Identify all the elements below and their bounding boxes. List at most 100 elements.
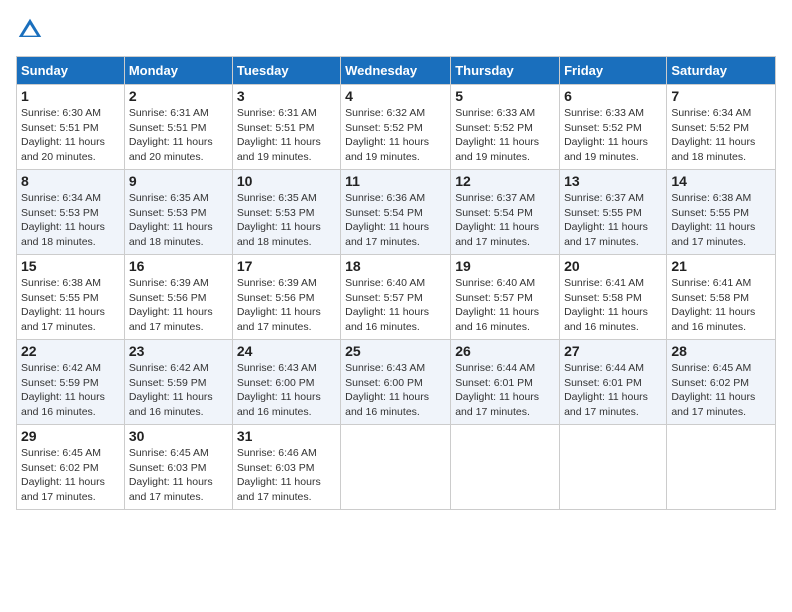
day-info: Sunrise: 6:39 AM Sunset: 5:56 PM Dayligh… bbox=[237, 277, 321, 333]
day-number: 26 bbox=[455, 343, 555, 359]
calendar-week-2: 8 Sunrise: 6:34 AM Sunset: 5:53 PM Daylig… bbox=[17, 170, 776, 255]
calendar-cell bbox=[341, 425, 451, 510]
day-number: 18 bbox=[345, 258, 446, 274]
day-number: 9 bbox=[129, 173, 228, 189]
day-info: Sunrise: 6:33 AM Sunset: 5:52 PM Dayligh… bbox=[564, 107, 648, 163]
day-number: 2 bbox=[129, 88, 228, 104]
calendar-cell: 13 Sunrise: 6:37 AM Sunset: 5:55 PM Dayli… bbox=[560, 170, 667, 255]
day-info: Sunrise: 6:37 AM Sunset: 5:54 PM Dayligh… bbox=[455, 192, 539, 248]
day-info: Sunrise: 6:41 AM Sunset: 5:58 PM Dayligh… bbox=[564, 277, 648, 333]
logo bbox=[16, 16, 48, 44]
day-header-friday: Friday bbox=[560, 57, 667, 85]
logo-icon bbox=[16, 16, 44, 44]
day-info: Sunrise: 6:34 AM Sunset: 5:53 PM Dayligh… bbox=[21, 192, 105, 248]
day-number: 30 bbox=[129, 428, 228, 444]
day-header-saturday: Saturday bbox=[667, 57, 776, 85]
day-info: Sunrise: 6:45 AM Sunset: 6:02 PM Dayligh… bbox=[21, 447, 105, 503]
calendar-cell: 26 Sunrise: 6:44 AM Sunset: 6:01 PM Dayli… bbox=[451, 340, 560, 425]
calendar-cell: 1 Sunrise: 6:30 AM Sunset: 5:51 PM Daylig… bbox=[17, 85, 125, 170]
calendar-cell: 28 Sunrise: 6:45 AM Sunset: 6:02 PM Dayli… bbox=[667, 340, 776, 425]
day-info: Sunrise: 6:42 AM Sunset: 5:59 PM Dayligh… bbox=[129, 362, 213, 418]
calendar-cell: 7 Sunrise: 6:34 AM Sunset: 5:52 PM Daylig… bbox=[667, 85, 776, 170]
day-info: Sunrise: 6:40 AM Sunset: 5:57 PM Dayligh… bbox=[455, 277, 539, 333]
calendar-cell: 18 Sunrise: 6:40 AM Sunset: 5:57 PM Dayli… bbox=[341, 255, 451, 340]
day-info: Sunrise: 6:39 AM Sunset: 5:56 PM Dayligh… bbox=[129, 277, 213, 333]
day-number: 28 bbox=[671, 343, 771, 359]
calendar-cell: 27Sunrise: 6:44 AM Sunset: 6:01 PM Dayli… bbox=[560, 340, 667, 425]
calendar-cell: 3Sunrise: 6:31 AM Sunset: 5:51 PM Daylig… bbox=[232, 85, 340, 170]
day-info: Sunrise: 6:45 AM Sunset: 6:02 PM Dayligh… bbox=[671, 362, 755, 418]
calendar-week-1: 1 Sunrise: 6:30 AM Sunset: 5:51 PM Daylig… bbox=[17, 85, 776, 170]
day-info: Sunrise: 6:45 AM Sunset: 6:03 PM Dayligh… bbox=[129, 447, 213, 503]
day-number: 11 bbox=[345, 173, 446, 189]
calendar-cell: 2 Sunrise: 6:31 AM Sunset: 5:51 PM Daylig… bbox=[124, 85, 232, 170]
day-number: 12 bbox=[455, 173, 555, 189]
calendar-cell: 24 Sunrise: 6:43 AM Sunset: 6:00 PM Dayli… bbox=[232, 340, 340, 425]
day-info: Sunrise: 6:43 AM Sunset: 6:00 PM Dayligh… bbox=[345, 362, 429, 418]
calendar-cell: 22Sunrise: 6:42 AM Sunset: 5:59 PM Dayli… bbox=[17, 340, 125, 425]
day-number: 13 bbox=[564, 173, 662, 189]
day-number: 1 bbox=[21, 88, 120, 104]
day-info: Sunrise: 6:43 AM Sunset: 6:00 PM Dayligh… bbox=[237, 362, 321, 418]
calendar-cell bbox=[451, 425, 560, 510]
day-info: Sunrise: 6:32 AM Sunset: 5:52 PM Dayligh… bbox=[345, 107, 429, 163]
day-number: 24 bbox=[237, 343, 336, 359]
page-header bbox=[16, 16, 776, 44]
day-info: Sunrise: 6:38 AM Sunset: 5:55 PM Dayligh… bbox=[21, 277, 105, 333]
day-number: 7 bbox=[671, 88, 771, 104]
calendar-cell: 25 Sunrise: 6:43 AM Sunset: 6:00 PM Dayli… bbox=[341, 340, 451, 425]
day-number: 25 bbox=[345, 343, 446, 359]
day-info: Sunrise: 6:40 AM Sunset: 5:57 PM Dayligh… bbox=[345, 277, 429, 333]
day-number: 19 bbox=[455, 258, 555, 274]
calendar-cell bbox=[560, 425, 667, 510]
day-info: Sunrise: 6:31 AM Sunset: 5:51 PM Dayligh… bbox=[129, 107, 213, 163]
calendar-cell: 15 Sunrise: 6:38 AM Sunset: 5:55 PM Dayli… bbox=[17, 255, 125, 340]
calendar-cell: 30 Sunrise: 6:45 AM Sunset: 6:03 PM Dayli… bbox=[124, 425, 232, 510]
day-info: Sunrise: 6:37 AM Sunset: 5:55 PM Dayligh… bbox=[564, 192, 648, 248]
day-info: Sunrise: 6:44 AM Sunset: 6:01 PM Dayligh… bbox=[455, 362, 539, 418]
day-header-monday: Monday bbox=[124, 57, 232, 85]
day-number: 21 bbox=[671, 258, 771, 274]
calendar-cell: 31Sunrise: 6:46 AM Sunset: 6:03 PM Dayli… bbox=[232, 425, 340, 510]
day-info: Sunrise: 6:30 AM Sunset: 5:51 PM Dayligh… bbox=[21, 107, 105, 163]
calendar-header: SundayMondayTuesdayWednesdayThursdayFrid… bbox=[17, 57, 776, 85]
day-number: 8 bbox=[21, 173, 120, 189]
calendar-cell: 17 Sunrise: 6:39 AM Sunset: 5:56 PM Dayli… bbox=[232, 255, 340, 340]
calendar-cell: 11 Sunrise: 6:36 AM Sunset: 5:54 PM Dayli… bbox=[341, 170, 451, 255]
day-number: 22 bbox=[21, 343, 120, 359]
calendar-cell bbox=[667, 425, 776, 510]
day-header-tuesday: Tuesday bbox=[232, 57, 340, 85]
calendar: SundayMondayTuesdayWednesdayThursdayFrid… bbox=[16, 56, 776, 510]
calendar-week-5: 29Sunrise: 6:45 AM Sunset: 6:02 PM Dayli… bbox=[17, 425, 776, 510]
calendar-cell: 16 Sunrise: 6:39 AM Sunset: 5:56 PM Dayli… bbox=[124, 255, 232, 340]
day-info: Sunrise: 6:33 AM Sunset: 5:52 PM Dayligh… bbox=[455, 107, 539, 163]
day-number: 6 bbox=[564, 88, 662, 104]
day-number: 17 bbox=[237, 258, 336, 274]
calendar-cell: 10Sunrise: 6:35 AM Sunset: 5:53 PM Dayli… bbox=[232, 170, 340, 255]
calendar-cell: 23 Sunrise: 6:42 AM Sunset: 5:59 PM Dayli… bbox=[124, 340, 232, 425]
day-number: 15 bbox=[21, 258, 120, 274]
calendar-cell: 29Sunrise: 6:45 AM Sunset: 6:02 PM Dayli… bbox=[17, 425, 125, 510]
day-number: 20 bbox=[564, 258, 662, 274]
calendar-cell: 21 Sunrise: 6:41 AM Sunset: 5:58 PM Dayli… bbox=[667, 255, 776, 340]
day-info: Sunrise: 6:34 AM Sunset: 5:52 PM Dayligh… bbox=[671, 107, 755, 163]
day-info: Sunrise: 6:31 AM Sunset: 5:51 PM Dayligh… bbox=[237, 107, 321, 163]
calendar-body: 1 Sunrise: 6:30 AM Sunset: 5:51 PM Daylig… bbox=[17, 85, 776, 510]
day-header-thursday: Thursday bbox=[451, 57, 560, 85]
calendar-week-3: 15 Sunrise: 6:38 AM Sunset: 5:55 PM Dayli… bbox=[17, 255, 776, 340]
day-info: Sunrise: 6:44 AM Sunset: 6:01 PM Dayligh… bbox=[564, 362, 648, 418]
day-number: 16 bbox=[129, 258, 228, 274]
calendar-cell: 14Sunrise: 6:38 AM Sunset: 5:55 PM Dayli… bbox=[667, 170, 776, 255]
calendar-cell: 4 Sunrise: 6:32 AM Sunset: 5:52 PM Daylig… bbox=[341, 85, 451, 170]
day-number: 23 bbox=[129, 343, 228, 359]
day-info: Sunrise: 6:35 AM Sunset: 5:53 PM Dayligh… bbox=[129, 192, 213, 248]
calendar-cell: 6 Sunrise: 6:33 AM Sunset: 5:52 PM Daylig… bbox=[560, 85, 667, 170]
day-info: Sunrise: 6:41 AM Sunset: 5:58 PM Dayligh… bbox=[671, 277, 755, 333]
calendar-cell: 5Sunrise: 6:33 AM Sunset: 5:52 PM Daylig… bbox=[451, 85, 560, 170]
day-info: Sunrise: 6:36 AM Sunset: 5:54 PM Dayligh… bbox=[345, 192, 429, 248]
calendar-cell: 12 Sunrise: 6:37 AM Sunset: 5:54 PM Dayli… bbox=[451, 170, 560, 255]
day-number: 4 bbox=[345, 88, 446, 104]
calendar-cell: 8 Sunrise: 6:34 AM Sunset: 5:53 PM Daylig… bbox=[17, 170, 125, 255]
day-number: 10 bbox=[237, 173, 336, 189]
calendar-cell: 20 Sunrise: 6:41 AM Sunset: 5:58 PM Dayli… bbox=[560, 255, 667, 340]
